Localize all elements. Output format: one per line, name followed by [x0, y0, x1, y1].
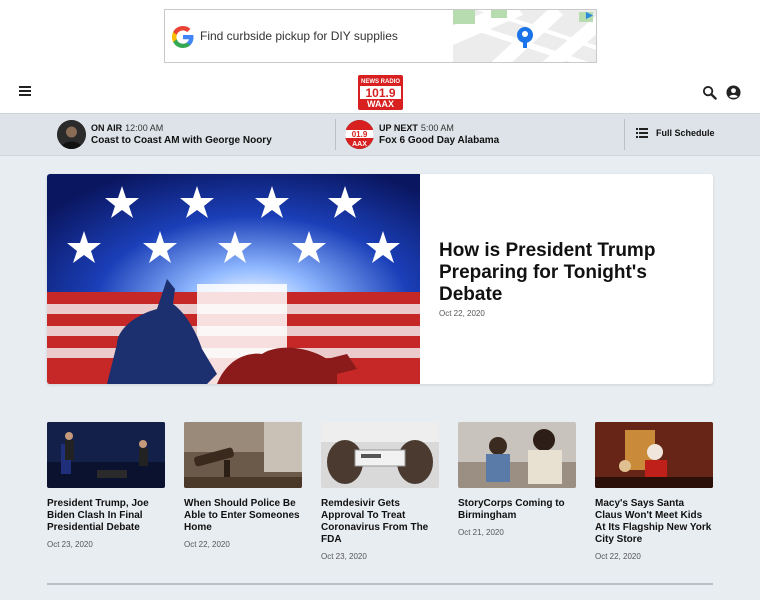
on-air-time: 12:00 AM — [125, 122, 164, 133]
article-date: Oct 22, 2020 — [595, 552, 641, 561]
article-thumbnail — [458, 422, 576, 488]
article-title[interactable]: President Trump, Joe Biden Clash In Fina… — [47, 498, 165, 534]
up-next-logo: 01.9 AAX — [345, 120, 374, 149]
logo-line3: WAAX — [367, 99, 394, 109]
article-card[interactable]: President Trump, Joe Biden Clash In Fina… — [47, 422, 165, 549]
full-schedule-button[interactable]: Full Schedule — [636, 128, 715, 138]
search-icon[interactable] — [702, 85, 717, 100]
hero-article[interactable]: How is President Trump Preparing for Ton… — [47, 174, 713, 384]
up-next[interactable]: 01.9 AAX UP NEXT 5:00 AM Fox 6 Good Day A… — [345, 114, 499, 155]
article-card[interactable]: Macy's Says Santa Claus Won't Meet Kids … — [595, 422, 713, 561]
user-account-icon[interactable] — [726, 85, 741, 100]
station-logo[interactable]: NEWS RADIO 101.9 WAAX — [358, 75, 403, 110]
hero-image — [47, 174, 420, 384]
up-next-logo-line1: 01.9 — [352, 130, 368, 139]
article-thumbnail — [321, 422, 439, 488]
host-avatar — [57, 120, 86, 149]
hamburger-menu-icon[interactable] — [19, 86, 33, 98]
up-next-label: UP NEXT — [379, 122, 418, 133]
divider — [624, 119, 625, 150]
article-card[interactable]: StoryCorps Coming to Birmingham Oct 21, … — [458, 422, 576, 537]
article-card[interactable]: Remdesivir Gets Approval To Treat Corona… — [321, 422, 439, 561]
site-header: NEWS RADIO 101.9 WAAX — [0, 72, 760, 113]
adchoices-icon[interactable] — [585, 11, 594, 20]
article-thumbnail — [184, 422, 302, 488]
logo-line2: 101.9 — [365, 86, 395, 100]
article-date: Oct 22, 2020 — [184, 540, 230, 549]
article-title[interactable]: Remdesivir Gets Approval To Treat Corona… — [321, 498, 439, 546]
ad-map-image — [453, 10, 596, 62]
up-next-logo-line2: AAX — [352, 141, 367, 148]
on-air-show[interactable]: Coast to Coast AM with George Noory — [91, 134, 272, 147]
article-title[interactable]: When Should Police Be Able to Enter Some… — [184, 498, 302, 534]
article-date: Oct 23, 2020 — [47, 540, 93, 549]
article-date: Oct 21, 2020 — [458, 528, 504, 537]
article-title[interactable]: StoryCorps Coming to Birmingham — [458, 498, 576, 522]
logo-line1: NEWS RADIO — [361, 79, 400, 85]
ad-band: Find curbside pickup for DIY supplies — [0, 0, 760, 72]
hero-title[interactable]: How is President Trump Preparing for Ton… — [439, 240, 689, 306]
divider — [335, 119, 336, 150]
on-air-bar: ON AIR 12:00 AM Coast to Coast AM with Ge… — [0, 113, 760, 156]
on-air-label: ON AIR — [91, 122, 123, 133]
list-icon — [636, 128, 648, 138]
up-next-time: 5:00 AM — [420, 122, 454, 133]
google-logo-icon — [172, 26, 194, 48]
article-card[interactable]: When Should Police Be Able to Enter Some… — [184, 422, 302, 549]
ad-banner[interactable]: Find curbside pickup for DIY supplies — [164, 9, 597, 63]
up-next-show[interactable]: Fox 6 Good Day Alabama — [379, 134, 499, 147]
on-air-now[interactable]: ON AIR 12:00 AM Coast to Coast AM with Ge… — [57, 114, 272, 155]
ad-text[interactable]: Find curbside pickup for DIY supplies — [200, 29, 398, 43]
full-schedule-label[interactable]: Full Schedule — [656, 128, 715, 138]
article-title[interactable]: Macy's Says Santa Claus Won't Meet Kids … — [595, 498, 713, 546]
article-thumbnail — [47, 422, 165, 488]
article-thumbnail — [595, 422, 713, 488]
section-divider — [47, 583, 713, 585]
article-date: Oct 23, 2020 — [321, 552, 367, 561]
hero-date: Oct 22, 2020 — [439, 309, 485, 318]
